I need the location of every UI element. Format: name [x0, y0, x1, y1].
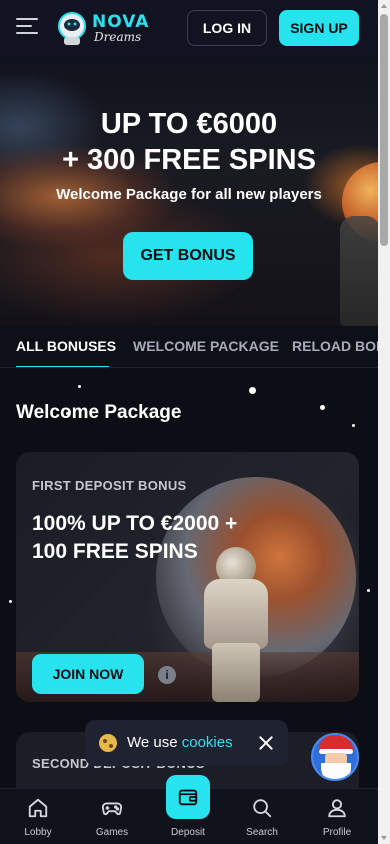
tab-reload-bonuses[interactable]: RELOAD BONUSES: [292, 338, 378, 354]
nav-label: Deposit: [171, 827, 205, 838]
cookie-message: We use: [127, 734, 182, 751]
star-decoration: [320, 405, 325, 410]
gamepad-icon: [101, 802, 123, 815]
bonus-card: FIRST DEPOSIT BONUS 100% UP TO €2000 + 1…: [16, 452, 359, 702]
star-decoration: [78, 385, 81, 388]
menu-icon[interactable]: [16, 18, 38, 36]
star-decoration: [367, 589, 370, 592]
hero-title-line2: + 300 FREE SPINS: [62, 144, 316, 176]
card-label: FIRST DEPOSIT BONUS: [32, 478, 187, 493]
nav-label: Lobby: [24, 827, 52, 838]
join-now-button[interactable]: JOIN NOW: [32, 654, 144, 694]
user-icon: [328, 799, 346, 818]
signup-button[interactable]: SIGN UP: [279, 10, 359, 46]
star-decoration: [249, 387, 256, 394]
scroll-up-icon[interactable]: [381, 4, 387, 8]
santa-chat-button[interactable]: [311, 733, 359, 781]
logo-text: NOVA: [92, 12, 150, 32]
nav-profile[interactable]: Profile: [307, 789, 367, 844]
cookies-link[interactable]: cookies: [182, 734, 233, 751]
hero-subtitle: Welcome Package for all new players: [56, 186, 322, 203]
nav-label: Search: [246, 827, 278, 838]
info-icon[interactable]: i: [158, 666, 176, 684]
hero-title: UP TO €6000 + 300 FREE SPINS: [0, 106, 378, 178]
cookie-text: We use cookies: [127, 734, 233, 751]
nav-label: Games: [95, 827, 129, 838]
wallet-icon: [178, 789, 198, 806]
home-icon: [28, 798, 48, 818]
star-decoration: [9, 600, 12, 603]
get-bonus-button[interactable]: GET BONUS: [123, 232, 253, 280]
nav-search[interactable]: Search: [232, 789, 292, 844]
tab-welcome-package[interactable]: WELCOME PACKAGE: [133, 338, 279, 354]
hero-banner: UP TO €6000 + 300 FREE SPINS Welcome Pac…: [0, 56, 378, 326]
nav-label: Profile: [322, 827, 352, 838]
cookie-banner: We use cookies: [85, 720, 288, 766]
deposit-button[interactable]: [166, 775, 210, 819]
nav-lobby[interactable]: Lobby: [8, 789, 68, 844]
astronaut-logo-icon: [58, 12, 86, 45]
section-title: Welcome Package: [16, 402, 182, 423]
close-icon[interactable]: [253, 730, 279, 756]
astronaut-illustration: [340, 216, 378, 326]
hero-title-line1: UP TO €6000: [100, 108, 278, 140]
star-decoration: [352, 424, 355, 427]
scrollbar[interactable]: [378, 0, 390, 844]
nav-games[interactable]: Games: [82, 789, 142, 844]
bonus-tabs: ALL BONUSES WELCOME PACKAGE RELOAD BONUS…: [0, 326, 378, 368]
logo-subtext: Dreams: [94, 30, 142, 44]
search-icon: [253, 799, 272, 818]
cookie-icon: [99, 734, 117, 752]
scroll-down-icon[interactable]: [381, 836, 387, 840]
tab-all-bonuses[interactable]: ALL BONUSES: [16, 338, 116, 354]
card-offer: 100% UP TO €2000 + 100 FREE SPINS: [32, 512, 238, 563]
logo[interactable]: NOVA Dreams: [54, 10, 148, 46]
top-header: NOVA Dreams LOG IN SIGN UP: [0, 0, 390, 56]
login-button[interactable]: LOG IN: [187, 10, 267, 46]
astronaut-illustration: [196, 547, 276, 702]
scrollbar-thumb[interactable]: [380, 14, 388, 246]
